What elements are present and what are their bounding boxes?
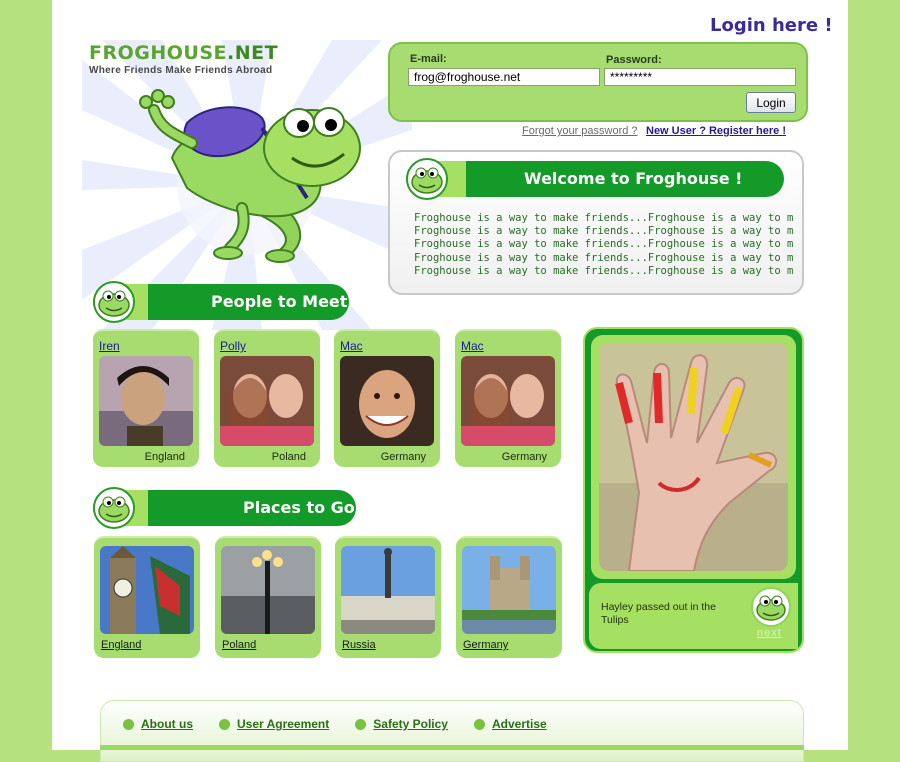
places-section-title: Places to Go! [243, 498, 363, 517]
next-link[interactable]: next [757, 627, 782, 639]
password-label: Password: [606, 54, 662, 66]
register-link[interactable]: New User ? Register here ! [646, 125, 786, 137]
footer-link-user-agreement[interactable]: User Agreement [237, 717, 329, 731]
footer-item: Advertise [473, 717, 547, 731]
welcome-text: Froghouse is a way to make friends...Fro… [414, 212, 794, 277]
place-card[interactable]: England [94, 536, 200, 658]
person-photo[interactable] [461, 356, 555, 446]
login-form: E-mail: Password: Login [388, 42, 808, 122]
person-photo[interactable] [220, 356, 314, 446]
places-section-header: Places to Go! [93, 487, 362, 529]
email-field[interactable] [408, 68, 600, 86]
email-label: E-mail: [410, 53, 447, 65]
bullet-icon [473, 718, 485, 730]
frog-mascot-illustration [139, 89, 361, 263]
person-name-link[interactable]: Iren [99, 339, 120, 353]
login-heading: Login here ! [710, 15, 833, 36]
frog-face-icon [93, 281, 135, 323]
place-card[interactable]: Poland [215, 536, 321, 658]
person-card[interactable]: Mac Germany [334, 329, 440, 467]
bullet-icon [355, 718, 367, 730]
frog-face-icon [93, 487, 135, 529]
place-photo[interactable] [462, 546, 556, 634]
place-photo[interactable] [341, 546, 435, 634]
welcome-title: Welcome to Froghouse ! [524, 169, 743, 188]
place-photo[interactable] [100, 546, 194, 634]
person-card[interactable]: Mac Germany [455, 329, 561, 467]
forgot-password-link[interactable]: Forgot your password ? [522, 125, 638, 137]
place-name-link[interactable]: Poland [222, 639, 256, 651]
page: FROGHOUSE.NET Where Friends Make Friends… [52, 0, 848, 762]
person-name-link[interactable]: Polly [220, 339, 246, 353]
featured-photo[interactable] [599, 343, 788, 571]
logo-tagline: Where Friends Make Friends Abroad [89, 65, 273, 76]
login-button[interactable]: Login [746, 92, 796, 113]
place-card[interactable]: Russia [335, 536, 441, 658]
person-name-link[interactable]: Mac [461, 339, 484, 353]
person-country: England [144, 451, 185, 463]
bullet-icon [219, 718, 230, 730]
featured-caption: Hayley passed out in the Tulips [601, 601, 716, 626]
person-photo[interactable] [340, 356, 434, 446]
person-card[interactable]: Polly Poland [214, 329, 320, 467]
footer-item: About us [123, 717, 193, 731]
footer-item: User Agreement [219, 717, 329, 731]
person-photo[interactable] [99, 356, 193, 446]
footer-link-about[interactable]: About us [141, 717, 193, 731]
person-country: Germany [380, 451, 426, 463]
people-section-title: People to Meet ! [211, 292, 361, 311]
bullet-icon [123, 718, 134, 730]
person-name-link[interactable]: Mac [340, 339, 363, 353]
footer-link-advertise[interactable]: Advertise [492, 717, 547, 731]
site-logo[interactable]: FROGHOUSE.NET Where Friends Make Friends… [89, 42, 278, 76]
person-country: Germany [501, 451, 547, 463]
place-card[interactable]: Germany [456, 536, 562, 658]
featured-photo-panel: Hayley passed out in the Tulips next [583, 327, 804, 653]
footer-nav: About us User Agreement Safety Policy Ad… [100, 700, 804, 762]
logo-wordmark: FROGHOUSE.NET [89, 42, 279, 64]
welcome-panel: Welcome to Froghouse ! Froghouse is a wa… [388, 150, 804, 295]
frog-face-icon [406, 158, 448, 200]
frog-face-icon[interactable] [751, 587, 791, 627]
person-card[interactable]: Iren England [93, 329, 199, 467]
place-photo[interactable] [221, 546, 315, 634]
place-name-link[interactable]: England [101, 639, 141, 651]
footer-stripe [100, 745, 804, 750]
password-field[interactable] [604, 68, 796, 86]
welcome-title-bar: Welcome to Froghouse ! [406, 158, 784, 200]
people-section-header: People to Meet ! [93, 281, 360, 323]
place-name-link[interactable]: Russia [342, 639, 376, 651]
person-country: Poland [271, 451, 306, 463]
footer-link-safety-policy[interactable]: Safety Policy [373, 717, 448, 731]
footer-item: Safety Policy [355, 717, 448, 731]
place-name-link[interactable]: Germany [463, 639, 508, 651]
